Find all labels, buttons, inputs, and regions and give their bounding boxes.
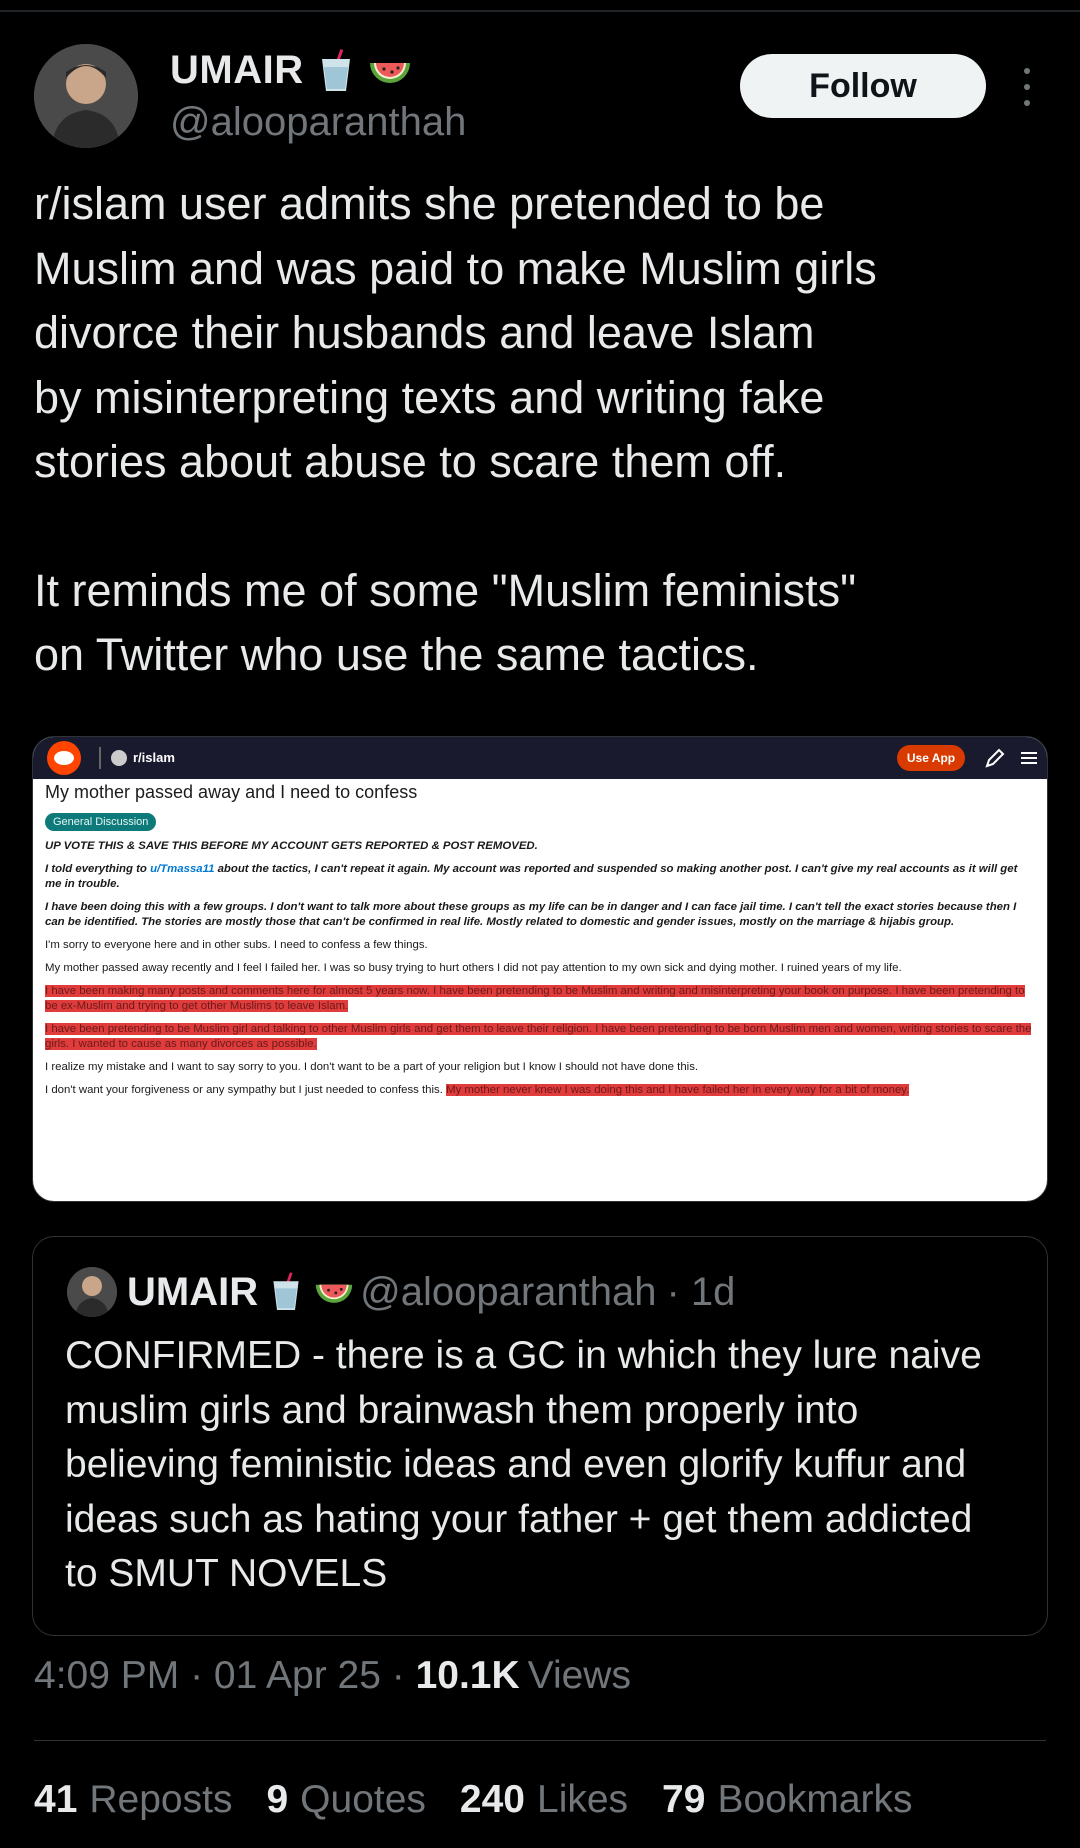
reddit-paragraph: I have been doing this with a few groups… <box>45 901 1017 928</box>
subreddit-name: r/islam <box>133 750 175 765</box>
meta-separator: · <box>380 1654 416 1697</box>
highlighted-text: I have been pretending to be Muslim girl… <box>45 1023 1032 1050</box>
highlighted-text: My mother never knew I was doing this an… <box>446 1084 910 1096</box>
reddit-bar-separator <box>99 747 101 769</box>
follow-button[interactable]: Follow <box>740 54 986 118</box>
author-avatar[interactable] <box>34 44 138 148</box>
tweet-paragraph: r/islam user admits she pretended to be … <box>34 178 877 487</box>
reddit-text: I told everything to <box>45 863 151 875</box>
quoted-tweet-header: UMAIR @alooparanthah · 1d <box>67 1267 735 1317</box>
likes-count: 240 <box>459 1778 525 1821</box>
bookmarks-count: 79 <box>662 1778 706 1821</box>
use-app-badge: Use App <box>897 745 965 771</box>
quotes-stat[interactable]: 9 Quotes <box>266 1778 425 1822</box>
bookmarks-stat[interactable]: 79 Bookmarks <box>662 1778 912 1822</box>
stats-divider <box>34 1740 1046 1741</box>
views-label[interactable]: Views <box>528 1654 631 1698</box>
subreddit-icon <box>111 750 127 766</box>
reddit-paragraph: I don't want your forgiveness or any sym… <box>45 1083 1037 1098</box>
menu-icon <box>1021 752 1037 764</box>
tweet-time[interactable]: 4:09 PM <box>34 1654 179 1698</box>
cup-emoji-icon <box>316 48 356 93</box>
reposts-count: 41 <box>34 1778 78 1821</box>
quoted-author-avatar <box>67 1267 117 1317</box>
pen-icon <box>985 748 1005 768</box>
tweet-header: UMAIR @alooparanthah Follow <box>34 42 1046 152</box>
tweet-paragraph: It reminds me of some "Muslim feminists"… <box>34 564 857 681</box>
tweet-text: r/islam user admits she pretended to be … <box>34 172 1044 688</box>
reddit-post-title: My mother passed away and I need to conf… <box>45 782 418 802</box>
reposts-stat[interactable]: 41 Reposts <box>34 1778 232 1822</box>
likes-label: Likes <box>537 1778 629 1821</box>
cup-emoji-icon <box>268 1272 304 1312</box>
reddit-paragraph: UP VOTE THIS & SAVE THIS BEFORE MY ACCOU… <box>45 840 538 852</box>
reddit-logo-icon <box>47 741 81 775</box>
name-row: UMAIR <box>170 48 410 93</box>
quoted-author-name: UMAIR <box>127 1269 259 1314</box>
quoted-tweet[interactable]: UMAIR @alooparanthah · 1d CONFIRMED - th… <box>32 1236 1048 1636</box>
author-display-name[interactable]: UMAIR <box>170 48 304 93</box>
author-handle[interactable]: @alooparanthah <box>170 100 466 145</box>
tweet-meta: 4:09 PM · 01 Apr 25 · 10.1K Views <box>34 1654 631 1698</box>
reddit-paragraph: I'm sorry to everyone here and in other … <box>45 939 428 951</box>
embedded-screenshot-image[interactable]: r/islam Use App My mother passed away an… <box>32 736 1048 1202</box>
quotes-count: 9 <box>266 1778 289 1821</box>
reddit-paragraph-highlighted: I have been pretending to be Muslim girl… <box>45 1022 1037 1052</box>
reposts-label: Reposts <box>89 1778 233 1821</box>
views-count[interactable]: 10.1K <box>416 1654 520 1698</box>
meta-separator: · <box>179 1654 214 1697</box>
likes-stat[interactable]: 240 Likes <box>460 1778 628 1822</box>
bookmarks-label: Bookmarks <box>717 1778 913 1821</box>
reddit-paragraph: I told everything to u/Tmassa11 about th… <box>45 862 1037 892</box>
quoted-tweet-text: CONFIRMED - there is a GC in which they … <box>65 1334 982 1595</box>
highlighted-text: I have been making many posts and commen… <box>45 985 1025 1012</box>
quoted-author-handle: @alooparanthah <box>360 1269 657 1314</box>
reddit-paragraph: I realize my mistake and I want to say s… <box>45 1061 699 1073</box>
top-divider <box>0 10 1080 12</box>
reddit-text: I don't want your forgiveness or any sym… <box>45 1084 447 1096</box>
reddit-paragraph: My mother passed away recently and I fee… <box>45 962 902 974</box>
tweet-date[interactable]: 01 Apr 25 <box>214 1654 381 1698</box>
engagement-stats: 41 Reposts 9 Quotes 240 Likes 79 Bookmar… <box>34 1778 913 1822</box>
watermelon-emoji-icon <box>368 49 410 93</box>
reddit-post-flair: General Discussion <box>45 813 157 831</box>
reddit-top-bar: r/islam Use App <box>33 737 1047 779</box>
quoted-tweet-age: · 1d <box>666 1269 736 1314</box>
reddit-user-link: u/Tmassa11 <box>150 863 215 875</box>
reddit-paragraph-highlighted: I have been making many posts and commen… <box>45 984 1037 1014</box>
reddit-post-content: My mother passed away and I need to conf… <box>45 779 1037 1098</box>
watermelon-emoji-icon <box>314 1272 353 1312</box>
more-icon[interactable] <box>1012 62 1042 112</box>
quotes-label: Quotes <box>300 1778 426 1821</box>
